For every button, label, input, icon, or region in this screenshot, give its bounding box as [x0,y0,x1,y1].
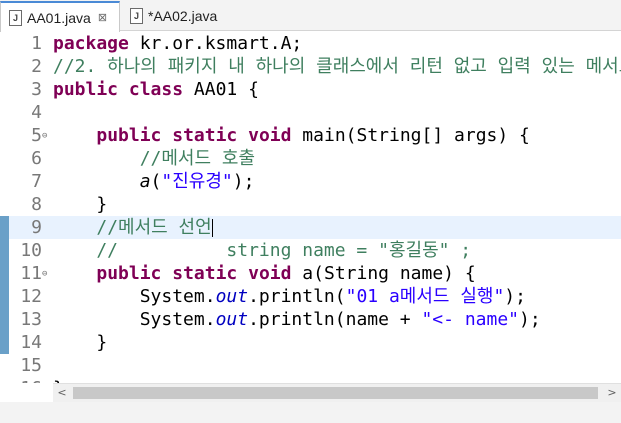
code-text: // string name = "홍길동" ; [53,240,472,261]
code-text: } [53,332,108,353]
line-number: 2 [31,56,42,77]
code-editor[interactable]: 1 package kr.or.ksmart.A; 2 //2. 하나의 패키지 내 … [0,31,621,383]
code-line[interactable]: 10 // string name = "홍길동" ; [0,239,621,262]
code-line[interactable]: 3 public class AA01 { [0,78,621,101]
line-number: 9 [31,217,42,238]
code-text: public static void main(String[] args) { [96,125,530,146]
line-number: 8 [31,194,42,215]
code-line[interactable]: 11 ⊖ public static void a(String name) { [0,262,621,285]
line-number: 10 [20,240,42,261]
fold-toggle-icon[interactable]: ⊖ [42,132,47,141]
editor-bottom-area [0,402,621,423]
tab-aa01-java[interactable]: J AA01.java ⊠ [0,1,120,32]
line-number: 14 [20,332,42,353]
line-number: 16 [8,377,42,383]
line-number: 7 [31,171,42,192]
editor-tab-bar: J AA01.java ⊠ J *AA02.java [0,0,621,32]
code-line[interactable]: 9 //메서드 선언 [0,216,621,239]
code-line[interactable]: 13 System.out.println(name + "<- name"); [0,308,621,331]
tab-label: AA01.java [27,9,91,26]
code-line[interactable]: 1 package kr.or.ksmart.A; [0,32,621,55]
code-text: System.out.println("01 a메서드 실행"); [53,286,526,307]
tab-aa02-java[interactable]: J *AA02.java [122,3,232,29]
line-number: 4 [31,102,42,123]
scroll-left-arrow[interactable]: < [53,384,71,402]
line-number: 13 [20,309,42,330]
scroll-thumb[interactable] [73,387,598,399]
code-text: //메서드 호출 [139,148,256,169]
close-icon[interactable]: ⊠ [98,11,107,24]
line-number: 15 [20,355,42,376]
tab-label: *AA02.java [148,8,218,24]
code-text: package kr.or.ksmart.A; [53,33,303,54]
line-number: 11 [20,263,42,284]
code-line[interactable]: 15 [0,354,621,377]
code-line[interactable]: 12 System.out.println("01 a메서드 실행"); [0,285,621,308]
code-text: } [53,194,108,215]
line-number: 12 [20,286,42,307]
horizontal-scrollbar[interactable]: < > [53,383,621,402]
fold-toggle-icon[interactable]: ⊖ [42,270,47,279]
code-text: public static void a(String name) { [96,263,476,284]
code-line[interactable]: 2 //2. 하나의 패키지 내 하나의 클래스에서 리턴 없고 입력 있는 메서… [0,55,621,78]
code-line[interactable]: 6 //메서드 호출 [0,147,621,170]
text-caret [211,219,213,237]
scroll-right-arrow[interactable]: > [603,384,621,402]
line-number: 3 [31,79,42,100]
code-text: //메서드 선언 [96,217,213,238]
code-text: System.out.println(name + "<- name"); [53,309,541,330]
code-text: a("진유경"); [139,171,255,192]
code-line[interactable]: 8 } [0,193,621,216]
line-number: 6 [31,148,42,169]
java-file-icon: J [130,8,143,24]
code-text: //2. 하나의 패키지 내 하나의 클래스에서 리턴 없고 입력 있는 메서드… [53,56,621,77]
line-number: 1 [31,33,42,54]
code-line[interactable]: 7 a("진유경"); [0,170,621,193]
code-text: public class AA01 { [53,79,259,100]
code-line[interactable]: 14 } [0,331,621,354]
code-line[interactable]: 4 [0,101,621,124]
line-number: 5 [31,125,42,146]
java-file-icon: J [9,9,22,26]
code-line[interactable]: 5 ⊖ public static void main(String[] args… [0,124,621,147]
